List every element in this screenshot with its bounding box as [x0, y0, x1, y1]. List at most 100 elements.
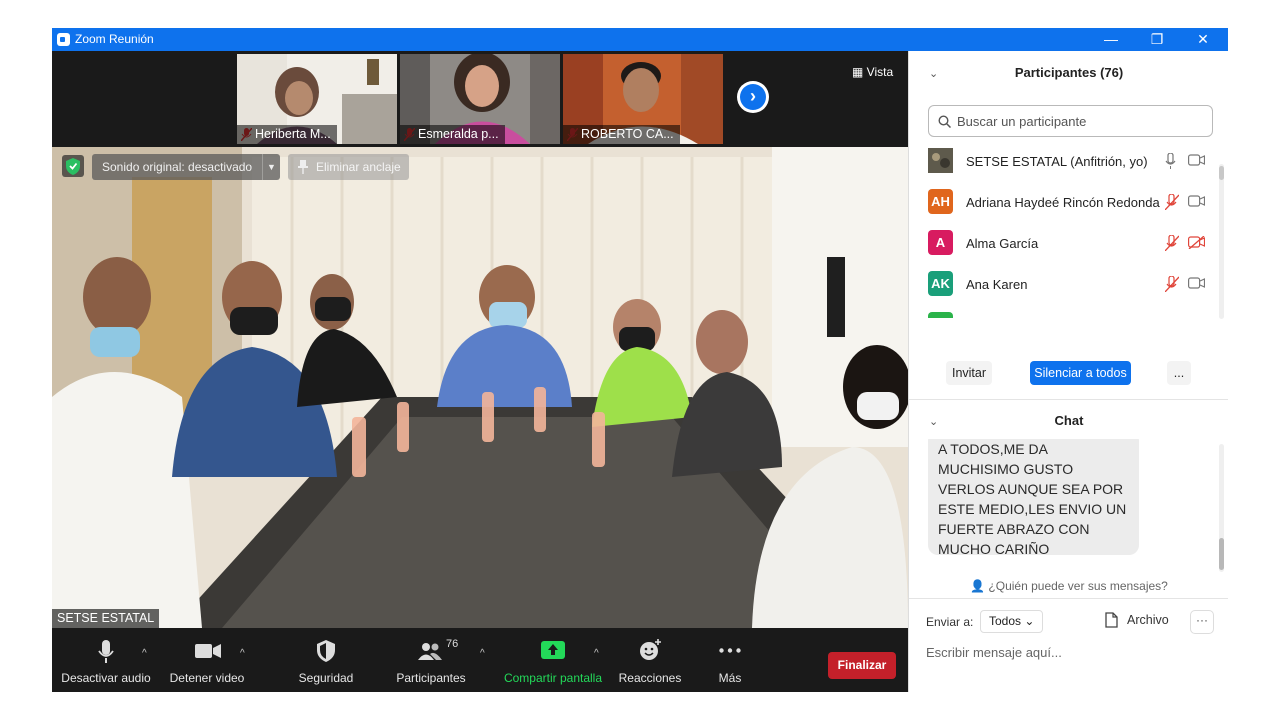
zoom-window: Zoom Reunión — ❐ ✕ Heriberta M... Esmera… — [52, 28, 1228, 692]
divider — [909, 598, 1228, 599]
who-can-see-link[interactable]: 👤 ¿Quién puede ver sus mensajes? — [909, 579, 1228, 593]
end-meeting-button[interactable]: Finalizar — [828, 652, 896, 679]
original-sound-toggle[interactable]: Sonido original: desactivado — [92, 154, 263, 180]
muted-microphone-icon[interactable] — [1165, 194, 1179, 210]
meeting-room-scene — [52, 147, 908, 628]
title-bar: Zoom Reunión — ❐ ✕ — [52, 28, 1228, 51]
participant-search[interactable] — [928, 105, 1213, 137]
video-thumbnail[interactable]: ROBERTO CA... — [563, 54, 723, 144]
unpin-label: Eliminar anclaje — [316, 160, 401, 174]
chat-message-input[interactable] — [926, 641, 1216, 663]
video-stage: Heriberta M... Esmeralda p... ROBERTO CA… — [52, 51, 908, 692]
mute-all-button[interactable]: Silenciar a todos — [1030, 361, 1131, 385]
camera-icon[interactable] — [1188, 277, 1205, 289]
search-icon — [938, 115, 951, 128]
camera-icon[interactable] — [1188, 154, 1205, 166]
send-to-label: Enviar a: — [926, 615, 974, 629]
participants-icon — [418, 643, 442, 660]
invite-button[interactable]: Invitar — [946, 361, 992, 385]
divider — [909, 399, 1228, 400]
participant-row[interactable]: AK Ana Karen — [909, 266, 1221, 307]
avatar: AK — [928, 271, 953, 296]
main-speaker-video[interactable]: Sonido original: desactivado ▼ Eliminar … — [52, 147, 908, 628]
stop-video-label: Detener video — [169, 671, 245, 685]
original-sound-dropdown[interactable]: ▼ — [262, 154, 280, 180]
video-camera-icon — [195, 644, 221, 658]
thumbnail-name: Esmeralda p... — [400, 125, 505, 144]
speaker-name: SETSE ESTATAL — [52, 609, 160, 628]
reaction-emoji-icon — [640, 639, 661, 660]
file-label: Archivo — [1127, 613, 1169, 627]
participant-name: Alma García — [966, 236, 1039, 251]
muted-microphone-icon[interactable] — [1165, 235, 1179, 251]
chevron-right-icon: › — [750, 86, 756, 106]
reactions-button[interactable]: Reacciones — [616, 628, 684, 692]
more-dots-icon — [719, 648, 741, 653]
camera-icon[interactable] — [1188, 195, 1205, 207]
security-shield-icon[interactable] — [62, 155, 84, 177]
chat-messages: A TODOS,ME DA MUCHISIMO GUSTO VERLOS AUN… — [909, 439, 1228, 561]
chat-scrollbar[interactable] — [1219, 444, 1224, 572]
next-page-button[interactable]: › — [737, 81, 769, 113]
audio-options-chevron-icon[interactable]: ^ — [142, 648, 147, 659]
reactions-label: Reacciones — [618, 671, 682, 685]
thumbnail-name: Heriberta M... — [237, 125, 337, 144]
video-thumbnail[interactable]: Esmeralda p... — [400, 54, 560, 144]
thumbnail-strip: Heriberta M... Esmeralda p... ROBERTO CA… — [52, 51, 908, 147]
participants-title: Participantes (76) — [1014, 65, 1124, 80]
avatar: AH — [928, 189, 953, 214]
muted-microphone-icon[interactable] — [1165, 276, 1179, 292]
unpin-video-button[interactable]: Eliminar anclaje — [288, 154, 409, 180]
side-panel: ⌄ Participantes (76) SETSE ESTATAL (Anfi… — [908, 51, 1228, 692]
share-screen-button[interactable]: Compartir pantalla — [500, 628, 606, 692]
security-button[interactable]: Seguridad — [290, 628, 362, 692]
participant-row[interactable]: AH Adriana Haydeé Rincón Redonda — [909, 184, 1221, 225]
share-screen-label: Compartir pantalla — [503, 671, 603, 685]
camera-off-icon[interactable] — [1188, 236, 1205, 249]
participants-more-button[interactable]: ... — [1167, 361, 1191, 385]
participant-list: SETSE ESTATAL (Anfitrión, yo) AH Adriana… — [909, 143, 1221, 318]
participants-options-chevron-icon[interactable]: ^ — [480, 648, 485, 659]
stop-video-button[interactable]: Detener video — [162, 628, 252, 692]
participant-row[interactable]: A Alma García — [909, 225, 1221, 266]
grid-view-icon: ▦ — [852, 65, 867, 79]
security-label: Seguridad — [298, 671, 354, 685]
microphone-icon[interactable] — [1165, 153, 1176, 169]
avatar: A — [928, 230, 953, 255]
participant-name: Ana Karen — [966, 277, 1028, 292]
recipient-select[interactable]: Todos ⌄ — [980, 610, 1044, 633]
avatar — [928, 148, 953, 173]
meeting-toolbar: Desactivar audio ^ Detener video ^ Segur… — [52, 628, 908, 692]
video-options-chevron-icon[interactable]: ^ — [240, 648, 245, 659]
pin-icon — [298, 160, 308, 174]
participant-row[interactable]: SETSE ESTATAL (Anfitrión, yo) — [909, 143, 1221, 184]
avatar — [928, 312, 953, 318]
who-can-see-label: ¿Quién puede ver sus mensajes? — [988, 579, 1168, 593]
minimize-button[interactable]: — — [1088, 28, 1134, 51]
participant-search-input[interactable] — [957, 111, 1197, 131]
participants-button[interactable]: 76 Participantes — [392, 628, 470, 692]
participants-scrollbar[interactable] — [1219, 164, 1224, 319]
person-visibility-icon: 👤 — [970, 579, 989, 593]
more-button[interactable]: Más — [702, 628, 758, 692]
chat-message: A TODOS,ME DA MUCHISIMO GUSTO VERLOS AUN… — [928, 439, 1139, 557]
file-button[interactable]: Archivo — [1105, 612, 1169, 628]
microphone-icon — [98, 640, 114, 663]
video-thumbnail[interactable]: Heriberta M... — [237, 54, 397, 144]
mute-label: Desactivar audio — [61, 671, 151, 685]
close-button[interactable]: ✕ — [1180, 28, 1226, 51]
restore-button[interactable]: ❐ — [1134, 28, 1180, 51]
chat-title: Chat — [1054, 413, 1084, 428]
share-options-chevron-icon[interactable]: ^ — [594, 648, 599, 659]
file-icon — [1105, 612, 1118, 628]
recipient-value: Todos — [989, 614, 1022, 628]
participant-row[interactable] — [909, 307, 1221, 318]
mute-button[interactable]: Desactivar audio — [60, 628, 152, 692]
chat-more-button[interactable]: ··· — [1190, 610, 1214, 634]
zoom-app-icon — [57, 33, 70, 46]
window-title: Zoom Reunión — [75, 32, 154, 46]
view-button[interactable]: ▦ Vista — [846, 61, 900, 83]
more-label: Más — [718, 671, 742, 685]
shield-icon — [317, 640, 335, 662]
participant-name: SETSE ESTATAL (Anfitrión, yo) — [966, 154, 1148, 169]
